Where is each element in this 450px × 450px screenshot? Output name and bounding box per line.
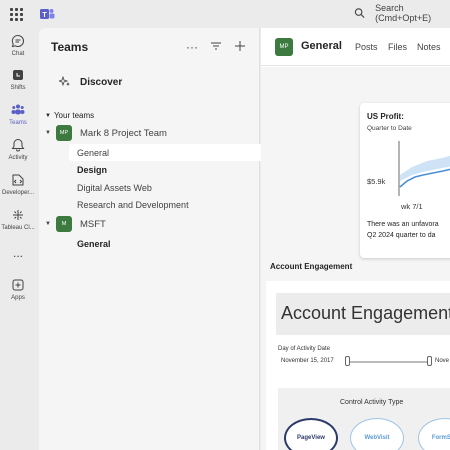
team-msft[interactable]: ▼ M MSFT <box>45 216 106 232</box>
avatar: MP <box>275 38 293 56</box>
teams-logo: T <box>40 9 55 19</box>
your-teams-header[interactable]: ▼ Your teams <box>45 111 94 120</box>
activity-webvisit[interactable]: WebVisit <box>350 418 404 450</box>
rail-item-more[interactable]: ... <box>0 246 36 260</box>
dashboard-title: Account Engagement <box>281 303 450 323</box>
teams-icon <box>11 104 25 115</box>
rail-label: Apps <box>11 295 25 301</box>
dashboard-banner: Account Engagement <box>276 293 450 335</box>
rail-item-tableau[interactable]: Tableau Cl... <box>0 208 36 231</box>
tab-notes[interactable]: Notes <box>417 42 441 52</box>
rail-item-apps[interactable]: Apps <box>0 278 36 301</box>
rail-label: Developer... <box>1 190 35 196</box>
panel-actions: ··· <box>185 40 247 55</box>
section-label: Your teams <box>53 111 95 120</box>
rail-label: Teams <box>9 120 27 126</box>
card-insight: There was an unfavora Q2 2024 quarter to… <box>367 219 450 241</box>
activity-formsub[interactable]: FormSub <box>418 418 450 450</box>
avatar: M <box>56 216 72 232</box>
developer-icon <box>12 174 24 186</box>
svg-text:T: T <box>42 12 47 19</box>
x-axis-label: wk 7/1 <box>400 202 423 211</box>
channel-header: MP General Posts Files Notes <box>261 28 450 66</box>
rail-item-activity[interactable]: Activity <box>0 138 36 161</box>
tableau-icon <box>13 210 23 220</box>
chat-icon <box>11 34 24 48</box>
channel-general[interactable]: General <box>77 148 109 158</box>
rail-label: Chat <box>11 51 25 57</box>
rail-item-developer[interactable]: Developer... <box>0 173 36 196</box>
channel-research-development[interactable]: Research and Development <box>77 200 189 210</box>
team-mark8[interactable]: ▼ MP Mark 8 Project Team <box>45 125 167 141</box>
panel-title: Teams <box>51 40 89 54</box>
tab-files[interactable]: Files <box>388 42 407 52</box>
activity-filter-title: Control Activity Type <box>340 399 404 406</box>
add-icon[interactable] <box>233 40 247 55</box>
rail-item-chat[interactable]: Chat <box>0 34 36 57</box>
tab-posts[interactable]: Posts <box>355 42 378 52</box>
avatar: MP <box>56 125 72 141</box>
profit-card[interactable]: US Profit: Quarter to Date $5.9k wk 7/1 … <box>360 103 450 258</box>
shifts-icon <box>13 70 23 80</box>
section-title: Account Engagement <box>270 262 353 271</box>
caret-down-icon: ▼ <box>45 112 51 119</box>
activity-type-filter: Control Activity Type PageView WebVisit … <box>278 388 450 450</box>
rail-item-shifts[interactable]: Shifts <box>0 68 36 91</box>
y-axis-label: $5.9k <box>367 177 386 186</box>
tableau-embed: Account Engagement Day of Activity Date … <box>266 281 450 450</box>
channel-digital-assets-web[interactable]: Digital Assets Web <box>77 183 152 193</box>
apps-icon <box>12 279 24 291</box>
channel-title: General <box>301 40 342 52</box>
date-end: Nove <box>435 358 450 364</box>
app-launcher-icon[interactable] <box>8 6 24 22</box>
profit-sparkline: $5.9k wk 7/1 <box>367 141 450 211</box>
team-name: MSFT <box>80 218 106 230</box>
app-rail: Chat Shifts Teams Activity Developer... … <box>0 28 36 450</box>
insight-line-1: There was an unfavora <box>367 221 439 228</box>
activity-pageview[interactable]: PageView <box>284 418 338 450</box>
search-input[interactable]: Search (Cmd+Opt+E) <box>346 2 450 24</box>
bell-icon <box>11 138 25 152</box>
date-filter-label: Day of Activity Date <box>278 346 331 352</box>
date-start: November 15, 2017 <box>281 358 334 364</box>
slider-handle-end[interactable] <box>427 356 432 366</box>
search-placeholder: Search (Cmd+Opt+E) <box>375 3 432 23</box>
card-subtitle: Quarter to Date <box>367 125 412 132</box>
caret-down-icon: ▼ <box>45 130 51 136</box>
slider-handle-start[interactable] <box>345 356 350 366</box>
rail-item-teams[interactable]: Teams <box>0 103 36 126</box>
search-icon <box>354 8 365 19</box>
date-slider-track[interactable] <box>348 361 430 363</box>
caret-down-icon: ▼ <box>45 221 51 227</box>
teams-panel: Teams ··· Discover ▼ Your teams ▼ MP Mar… <box>39 28 297 450</box>
team-name: Mark 8 Project Team <box>80 127 167 139</box>
insight-line-2: Q2 2024 quarter to da <box>367 232 436 239</box>
discover-label: Discover <box>80 76 123 88</box>
more-icon: ... <box>12 246 23 260</box>
card-title: US Profit: <box>367 112 404 121</box>
filter-icon[interactable] <box>209 40 223 55</box>
channel-design[interactable]: Design <box>77 165 107 175</box>
rail-label: Activity <box>8 155 28 161</box>
confidence-band <box>400 155 450 181</box>
discover-button[interactable]: Discover <box>59 76 122 88</box>
rail-label: Tableau Cl... <box>1 225 35 231</box>
channel-msft-general[interactable]: General <box>77 239 111 249</box>
title-bar: T Search (Cmd+Opt+E) <box>0 0 450 28</box>
more-options-icon[interactable]: ··· <box>185 40 199 55</box>
rail-label: Shifts <box>10 85 26 91</box>
sparkle-icon <box>59 76 70 87</box>
